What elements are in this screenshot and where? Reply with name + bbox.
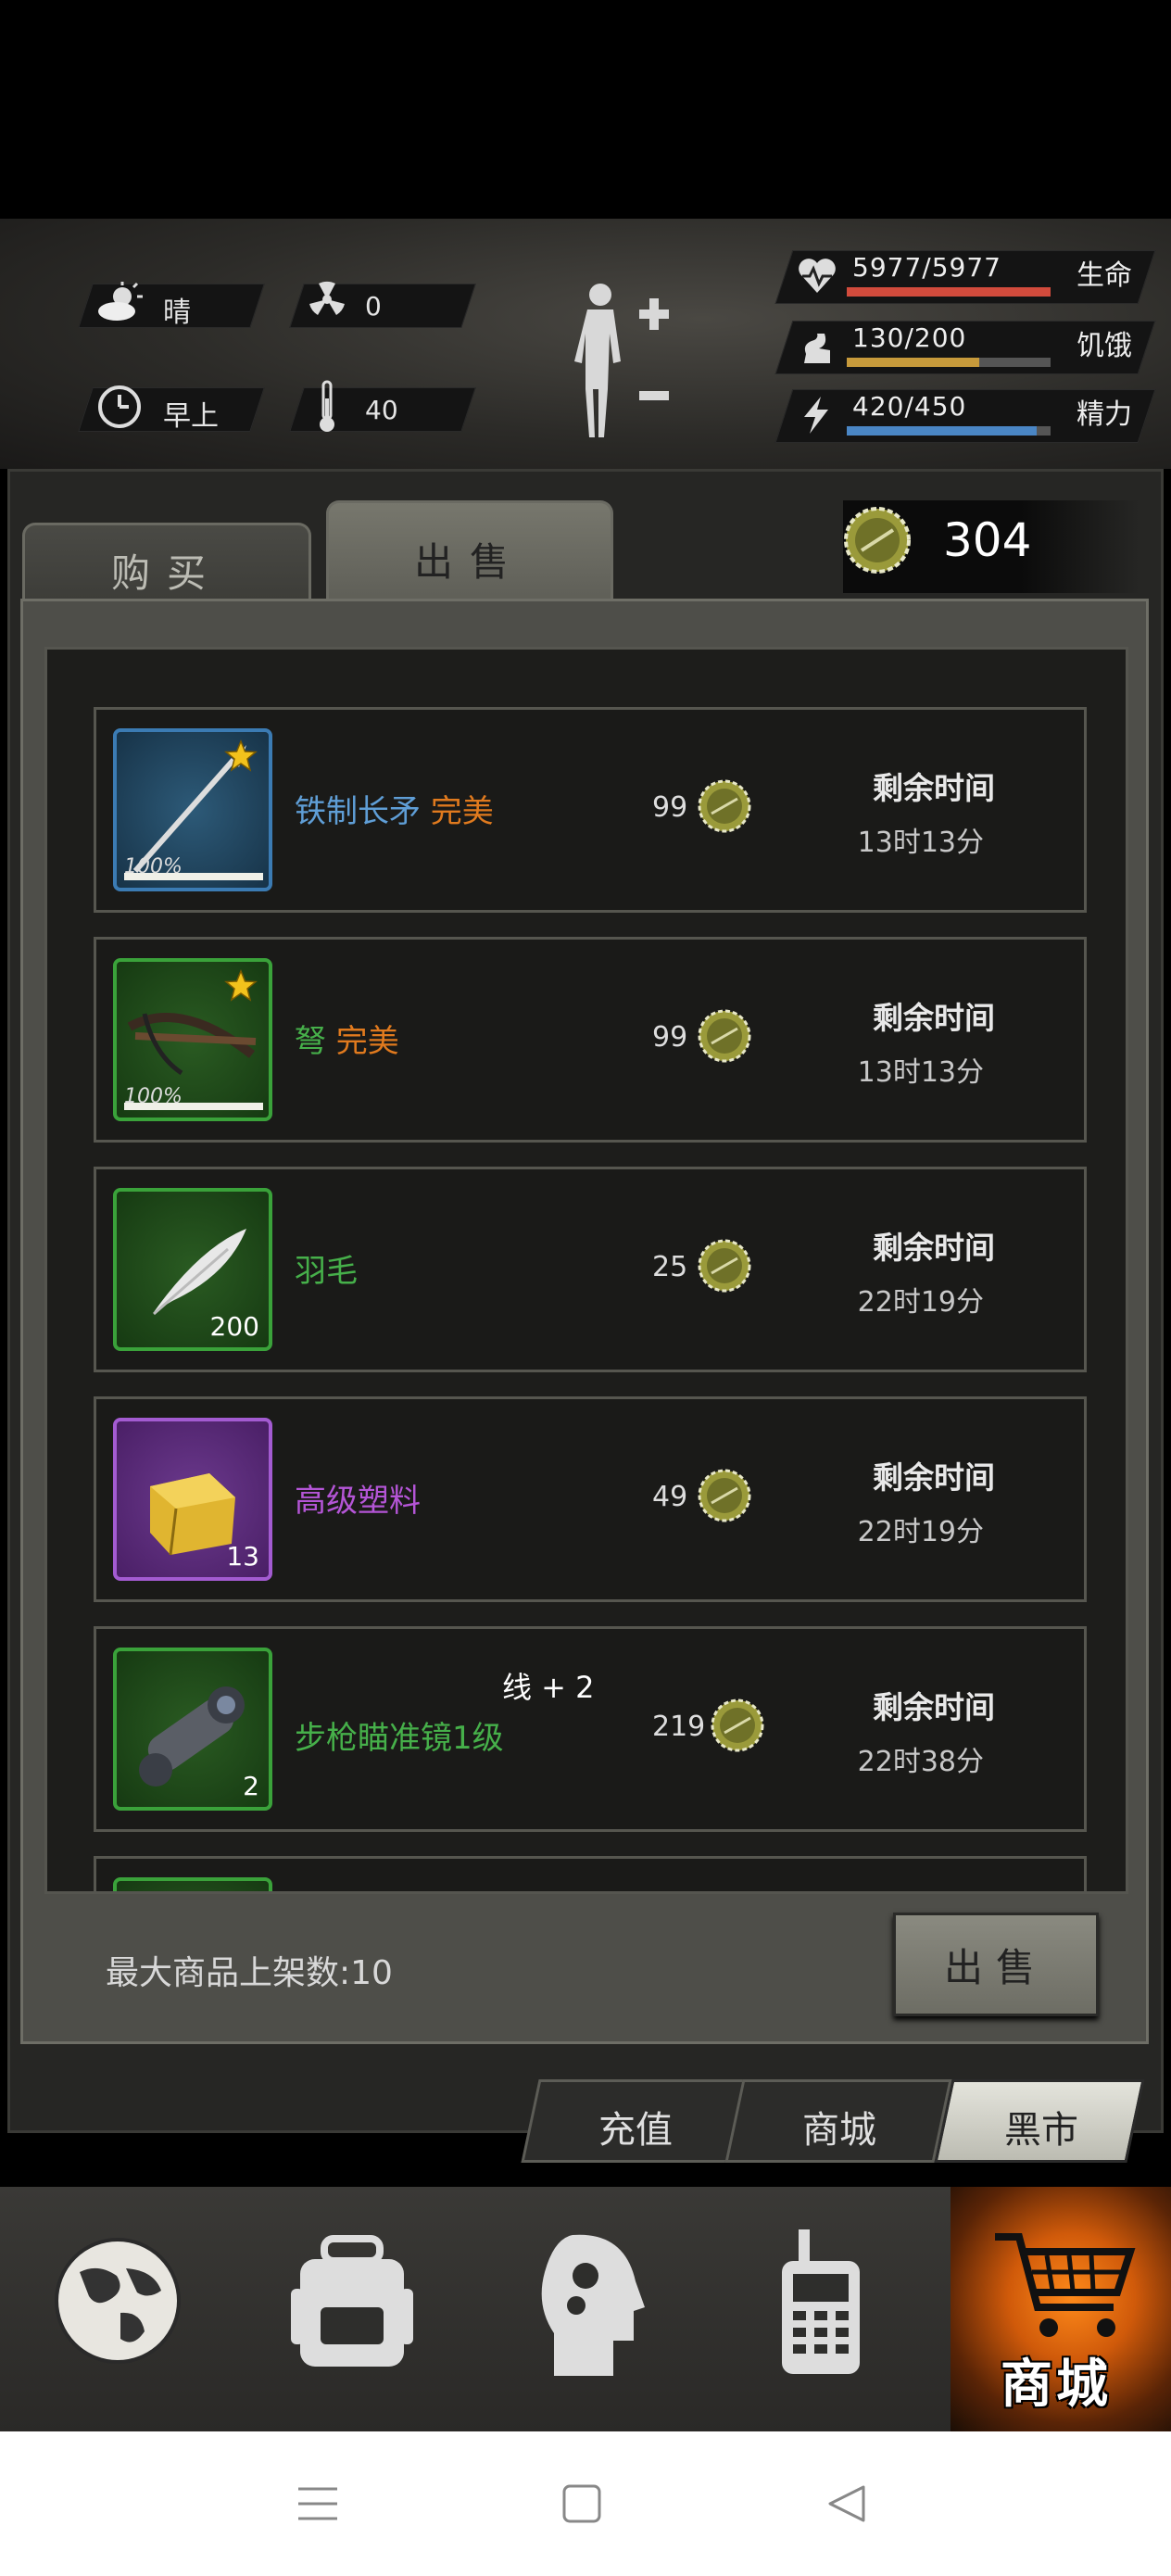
- stat-name: 生命: [1077, 259, 1132, 292]
- remaining-time-label: 剩余时间: [873, 1230, 995, 1266]
- remaining-time-label: 剩余时间: [873, 1689, 995, 1725]
- stat-name: 饥饿: [1077, 330, 1132, 362]
- durability-label: 100%: [124, 855, 183, 878]
- remaining-time-label: 剩余时间: [873, 1459, 995, 1496]
- item-slot[interactable]: 2: [113, 1648, 272, 1811]
- radio-icon[interactable]: [774, 2228, 867, 2376]
- remaining-time-label: 剩余时间: [873, 770, 995, 806]
- item-name: 步枪瞄准镜1级 线 + 2: [295, 1670, 595, 1758]
- item-price: 49: [652, 1481, 688, 1513]
- home-icon[interactable]: [561, 2483, 602, 2524]
- item-quality: 完美: [326, 1023, 399, 1060]
- item-name-text: 步枪瞄准镜1级: [295, 1720, 504, 1757]
- sell-button[interactable]: 出售: [893, 1913, 1099, 2016]
- item-quantity: 2: [243, 1771, 259, 1801]
- star-icon: [224, 739, 258, 772]
- item-name: 高级塑料: [295, 1475, 421, 1521]
- item-slot[interactable]: 200: [113, 1188, 272, 1351]
- item-slot[interactable]: 100%: [113, 958, 272, 1121]
- stat-name: 精力: [1077, 398, 1132, 431]
- time-of-day-label: 早上: [163, 400, 219, 433]
- listing-scroll-area[interactable]: 100% 铁制长矛 完美 99 剩余时间 13时13分 100% 弩 完美 99 剩余时间 13时…: [44, 647, 1128, 1894]
- nav-shop-label: 商城: [1001, 2355, 1112, 2415]
- max-listings-label: 最大商品上架数:10: [106, 1954, 393, 1992]
- item-price: 219: [652, 1711, 706, 1743]
- shop-tab-blackmarket-label: 黑市: [1004, 2109, 1078, 2152]
- stat-bar-fill: [847, 358, 979, 367]
- durability-label: 100%: [124, 1085, 183, 1108]
- item-price: 99: [652, 791, 688, 824]
- radiation-value: 0: [365, 291, 382, 322]
- item-price: 25: [652, 1251, 688, 1283]
- listing-row[interactable]: 100% 弩 完美 99 剩余时间 13时13分: [94, 937, 1087, 1143]
- backpack-icon[interactable]: [287, 2233, 417, 2372]
- top-spacer: [0, 0, 1171, 219]
- globe-icon[interactable]: [52, 2235, 183, 2367]
- shopping-cart-icon: [995, 2233, 1136, 2337]
- stat-value: 130/200: [852, 322, 967, 353]
- item-quality: 完美: [421, 793, 494, 830]
- temperature-value: 40: [365, 395, 398, 425]
- stat-value: 5977/5977: [852, 252, 1001, 283]
- listing-row[interactable]: 2 步枪瞄准镜1级 线 + 2 219 剩余时间 22时38分: [94, 1626, 1087, 1832]
- item-slot[interactable]: 100%: [113, 728, 272, 891]
- thermometer-icon: [320, 380, 334, 432]
- clock-icon: [98, 385, 141, 428]
- item-slot[interactable]: 13: [113, 1418, 272, 1581]
- body-status-icon[interactable]: [567, 278, 678, 445]
- menu-icon[interactable]: [296, 2483, 339, 2524]
- listing-row[interactable]: 100% 铁制长矛 完美 99 剩余时间 13时13分: [94, 707, 1087, 913]
- item-name-text: 铁制长矛: [295, 793, 421, 830]
- bottlecap-coin-icon: [844, 507, 911, 574]
- item-name-text: 羽毛: [295, 1253, 358, 1290]
- item-subtitle: 线 + 2: [502, 1670, 595, 1705]
- radiation-icon: [309, 281, 345, 315]
- item-price: 99: [652, 1021, 688, 1054]
- bottlecap-coin-icon: [711, 1698, 764, 1752]
- item-name: 弩 完美: [295, 1016, 399, 1061]
- bottlecap-coin-icon: [698, 1469, 751, 1522]
- stat-value: 420/450: [852, 391, 967, 422]
- heart-pulse-icon: [799, 259, 836, 293]
- item-quantity: 200: [209, 1311, 259, 1342]
- cloud-sun-icon: [98, 282, 143, 321]
- energy-icon: [804, 397, 828, 434]
- item-quantity: 13: [226, 1541, 259, 1572]
- remaining-time-label: 剩余时间: [873, 1000, 995, 1036]
- stat-bar-fill: [847, 426, 1038, 436]
- brain-head-icon[interactable]: [535, 2231, 647, 2380]
- hunger-icon: [804, 334, 830, 363]
- coin-balance-value: 304: [943, 513, 1032, 567]
- stat-bar: [847, 287, 1051, 297]
- star-icon: [224, 969, 258, 1002]
- item-name: 羽毛: [295, 1245, 358, 1291]
- stat-bar: [847, 358, 1051, 367]
- stat-bar-fill: [847, 287, 1051, 297]
- item-name-text: 高级塑料: [295, 1483, 421, 1520]
- remaining-time-value: 22时38分: [857, 1746, 984, 1778]
- remaining-time-value: 13时13分: [857, 1056, 984, 1089]
- shop-tab-mall-label: 商城: [802, 2109, 876, 2152]
- listing-row[interactable]: 13 高级塑料 49 剩余时间 22时19分: [94, 1396, 1087, 1602]
- item-name-text: 弩: [295, 1023, 326, 1060]
- bottlecap-coin-icon: [698, 1009, 751, 1063]
- item-slot: [113, 1877, 272, 1891]
- bottlecap-coin-icon: [698, 779, 751, 833]
- stat-bar: [847, 426, 1051, 436]
- remaining-time-value: 13时13分: [857, 827, 984, 859]
- remaining-time-value: 22时19分: [857, 1286, 984, 1319]
- back-icon[interactable]: [826, 2483, 867, 2524]
- shop-tab-recharge-label: 充值: [598, 2109, 673, 2152]
- weather-label: 晴: [163, 297, 191, 329]
- bottlecap-coin-icon: [698, 1239, 751, 1293]
- item-name: 铁制长矛 完美: [295, 786, 494, 831]
- remaining-time-value: 22时19分: [857, 1516, 984, 1548]
- listing-row[interactable]: 200 羽毛 25 剩余时间 22时19分: [94, 1167, 1087, 1372]
- listing-row-partial: [94, 1856, 1087, 1891]
